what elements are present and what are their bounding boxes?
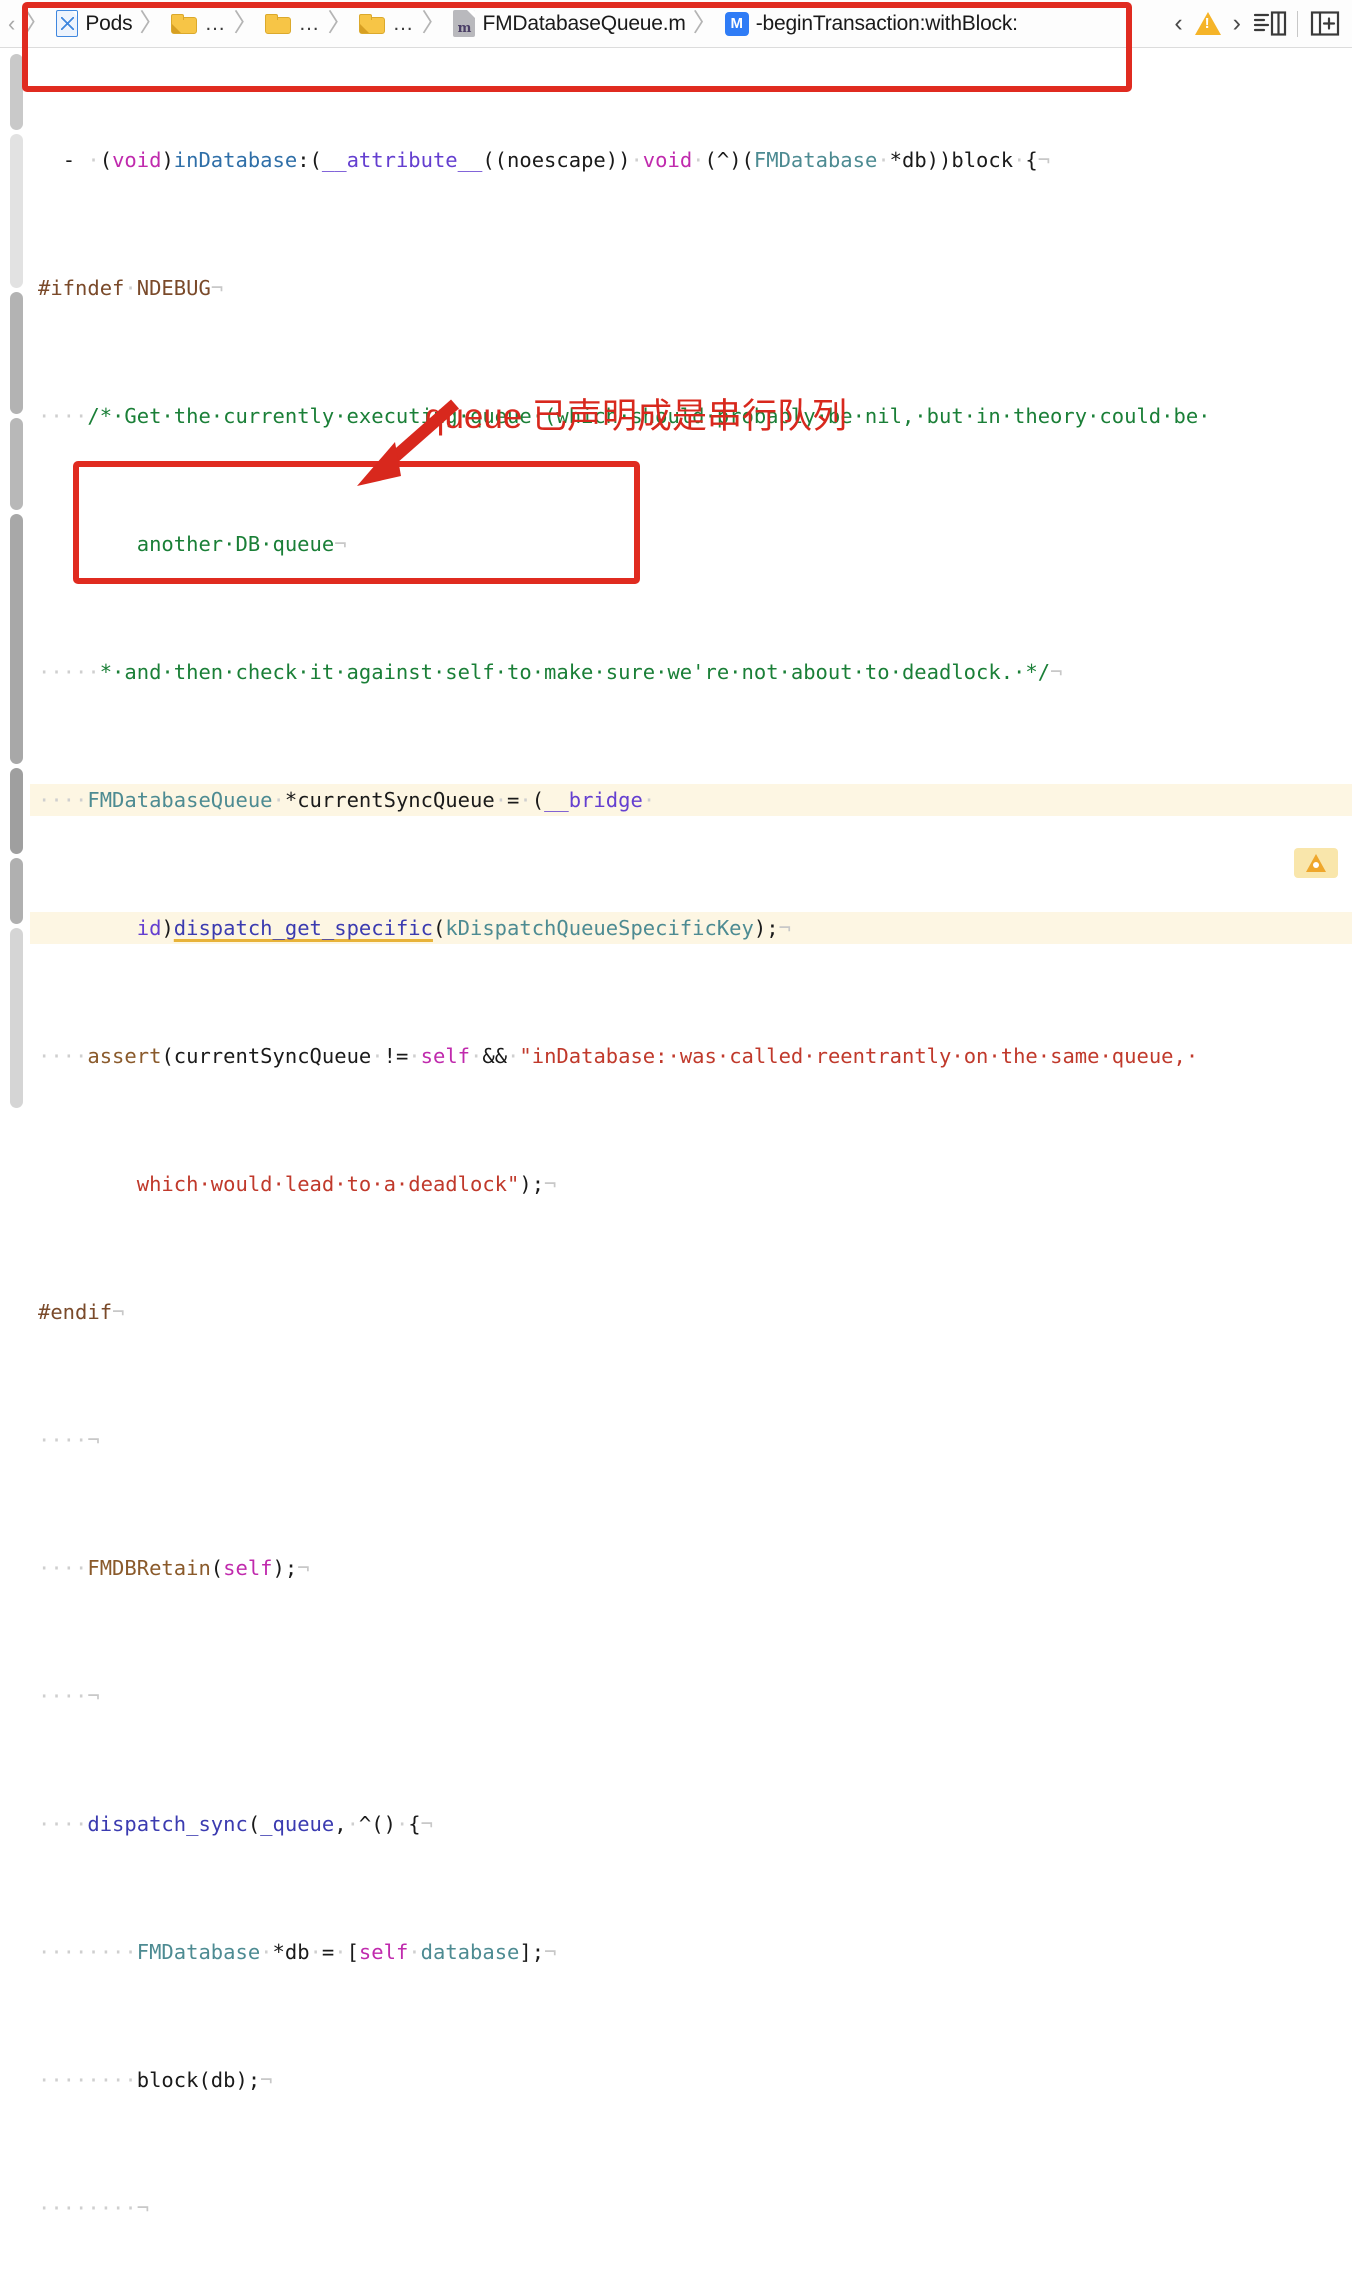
breadcrumb-item-pods[interactable]: Pods [54, 1, 134, 47]
source-editor[interactable]: - ·(void)inDatabase:(__attribute__((noes… [0, 48, 1352, 2220]
next-issue-icon[interactable]: › [1231, 11, 1243, 36]
breadcrumb-item-group-1[interactable]: … [169, 1, 228, 47]
breadcrumb-separator-icon: 〉 [233, 9, 259, 37]
jump-bar-right-controls: ‹ › [1172, 9, 1352, 39]
fold-ribbon-segment[interactable] [10, 858, 23, 924]
toolbar-divider [1297, 10, 1298, 37]
breadcrumb-label: … [298, 11, 321, 35]
fold-ribbon-segment[interactable] [10, 768, 23, 854]
method-badge-icon: M [724, 11, 749, 36]
add-editor-icon[interactable] [1308, 9, 1342, 39]
xcode-project-icon [56, 10, 79, 37]
code-line[interactable]: ····dispatch_sync(_queue,·^()·{¬ [30, 1808, 1352, 1840]
fold-ribbon-segment[interactable] [10, 418, 23, 510]
code-line[interactable]: ·····*·and·then·check·it·against·self·to… [30, 656, 1352, 688]
jump-bar-back-icon[interactable]: ‹ [0, 12, 19, 35]
fold-ribbon-segment[interactable] [10, 514, 23, 764]
breadcrumb-separator-icon: 〉 [692, 9, 718, 37]
code-line-with-warning[interactable]: ····FMDatabaseQueue·*currentSyncQueue·=·… [30, 784, 1352, 878]
breadcrumb-label: … [204, 11, 227, 35]
fold-ribbon-segment[interactable] [10, 292, 23, 414]
breadcrumb-item-file[interactable]: m FMDatabaseQueue.m [451, 1, 687, 47]
code-line[interactable]: id)dispatch_get_specific(kDispatchQueueS… [30, 912, 1352, 944]
fold-ribbon-segment[interactable] [10, 54, 23, 130]
breadcrumb-label: … [392, 11, 415, 35]
previous-issue-icon[interactable]: ‹ [1172, 11, 1184, 36]
breadcrumb-separator-icon: 〉 [327, 9, 353, 37]
code-line[interactable]: ····¬ [30, 1424, 1352, 1456]
code-line[interactable]: ········FMDatabase·*db·=·[self·database]… [30, 1936, 1352, 1968]
code-folding-ribbon[interactable] [0, 48, 30, 1146]
breadcrumb-label: -beginTransaction:withBlock: [755, 11, 1018, 35]
code-line[interactable]: ········block(db);¬ [30, 2064, 1352, 2096]
warning-triangle-icon [1306, 854, 1326, 872]
folder-group-icon [171, 13, 198, 34]
code-line[interactable]: - ·(void)inDatabase:(__attribute__((noes… [30, 144, 1352, 176]
code-line[interactable]: ····assert(currentSyncQueue·!=·self·&&·"… [30, 1040, 1352, 1072]
code-content[interactable]: - ·(void)inDatabase:(__attribute__((noes… [30, 48, 1352, 2220]
inline-warning-badge[interactable] [1294, 848, 1338, 878]
warning-triangle-icon[interactable] [1194, 12, 1221, 35]
breadcrumb-separator-icon: 〉 [139, 9, 165, 37]
breadcrumb-separator-icon: 〉 [421, 9, 447, 37]
folder-group-icon [359, 13, 386, 34]
jump-bar[interactable]: ‹ 〉 Pods 〉 … 〉 … 〉 … 〉 m FMDatabaseQueue… [0, 0, 1352, 48]
assistant-editor-icon[interactable] [1253, 9, 1287, 39]
breadcrumb-item-group-3[interactable]: … [357, 1, 416, 47]
fold-ribbon-segment[interactable] [10, 134, 23, 288]
code-line[interactable]: #endif¬ [30, 1296, 1352, 1328]
annotation-note-text: queue 已声明成是串行队列 [425, 397, 848, 436]
breadcrumb-label: Pods [85, 11, 133, 35]
code-line[interactable]: another·DB·queue¬ [30, 528, 1352, 560]
breadcrumb-item-method[interactable]: M -beginTransaction:withBlock: [723, 1, 1020, 47]
code-line[interactable]: ····FMDBRetain(self);¬ [30, 1552, 1352, 1584]
breadcrumb-label: FMDatabaseQueue.m [482, 11, 686, 35]
code-line[interactable]: ········¬ [30, 2192, 1352, 2224]
code-line[interactable]: #ifndef·NDEBUG¬ [30, 272, 1352, 304]
objc-source-file-icon: m [453, 10, 476, 37]
breadcrumb-item-group-2[interactable]: … [263, 1, 322, 47]
folder-icon [265, 13, 292, 34]
code-line[interactable]: which·would·lead·to·a·deadlock");¬ [30, 1168, 1352, 1200]
warning-symbol[interactable]: dispatch_get_specific [174, 916, 433, 940]
code-line[interactable]: ····¬ [30, 1680, 1352, 1712]
breadcrumb-separator-icon: 〉 [24, 9, 50, 37]
fold-ribbon-segment[interactable] [10, 928, 23, 1108]
